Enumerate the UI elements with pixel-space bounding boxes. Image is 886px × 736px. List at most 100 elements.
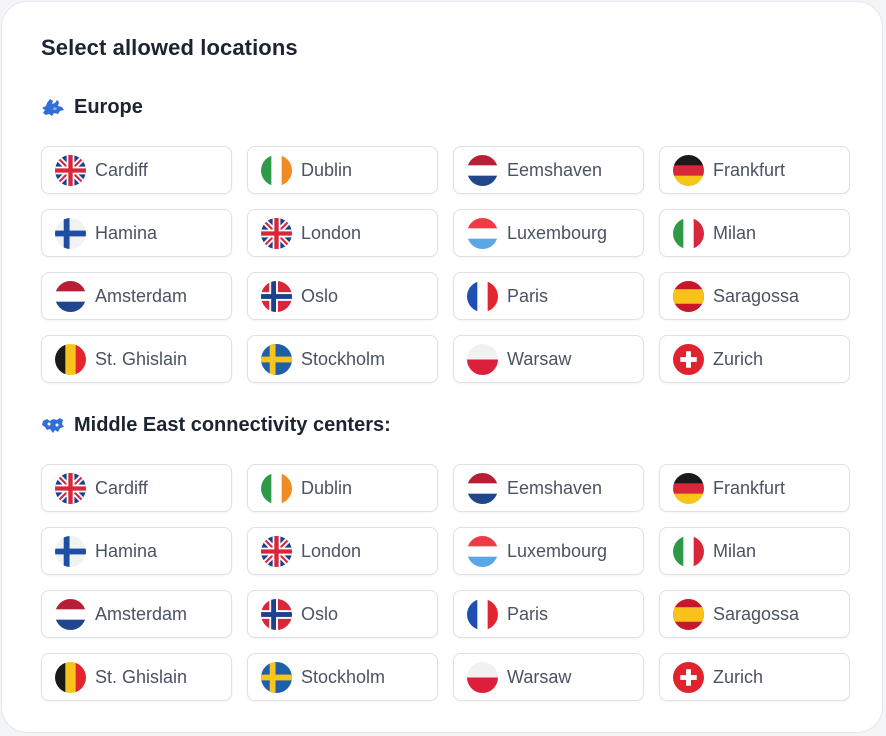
location-chip-london[interactable]: London — [247, 527, 438, 575]
uk-flag-icon — [55, 472, 86, 504]
lu-flag-icon — [467, 217, 498, 249]
europe-map-icon — [41, 98, 65, 118]
section-heading: Europe — [74, 96, 143, 118]
se-flag-icon — [261, 343, 292, 375]
fr-flag-icon — [467, 280, 498, 312]
location-chip-dublin[interactable]: Dublin — [247, 146, 438, 194]
uk-flag-icon — [55, 154, 86, 186]
no-flag-icon — [261, 598, 292, 630]
location-label: Stockholm — [301, 348, 386, 369]
de-flag-icon — [673, 154, 704, 186]
location-chip-milan[interactable]: Milan — [659, 527, 850, 575]
fi-flag-icon — [55, 535, 86, 567]
location-label: London — [301, 540, 362, 561]
it-flag-icon — [673, 535, 704, 567]
location-label: Zurich — [713, 348, 764, 369]
location-label: Dublin — [301, 477, 353, 498]
location-label: Amsterdam — [95, 285, 188, 306]
location-chip-warsaw[interactable]: Warsaw — [453, 653, 644, 701]
location-label: Saragossa — [713, 285, 800, 306]
location-chip-zurich[interactable]: Zurich — [659, 335, 850, 383]
uk-flag-icon — [261, 535, 292, 567]
location-chip-dublin[interactable]: Dublin — [247, 464, 438, 512]
location-label: St. Ghislain — [95, 666, 188, 687]
location-label: St. Ghislain — [95, 348, 188, 369]
no-flag-icon — [261, 280, 292, 312]
location-chip-oslo[interactable]: Oslo — [247, 272, 438, 320]
location-label: Zurich — [713, 666, 764, 687]
location-chip-paris[interactable]: Paris — [453, 272, 644, 320]
uk-flag-icon — [261, 217, 292, 249]
location-chip-luxembourg[interactable]: Luxembourg — [453, 209, 644, 257]
location-label: Luxembourg — [507, 222, 608, 243]
be-flag-icon — [55, 661, 86, 693]
location-label: Warsaw — [507, 348, 572, 369]
es-flag-icon — [673, 598, 704, 630]
location-grid-europe: Cardiff Dublin Eemshaven Frankfurt Hamina Lo… — [41, 146, 850, 383]
fi-flag-icon — [55, 217, 86, 249]
location-chip-zurich[interactable]: Zurich — [659, 653, 850, 701]
location-label: Stockholm — [301, 666, 386, 687]
nl-flag-icon — [55, 280, 86, 312]
de-flag-icon — [673, 472, 704, 504]
location-label: Cardiff — [95, 477, 148, 498]
location-label: Warsaw — [507, 666, 572, 687]
location-label: Cardiff — [95, 159, 148, 180]
pl-flag-icon — [467, 661, 498, 693]
location-label: Paris — [507, 285, 549, 306]
location-chip-amsterdam[interactable]: Amsterdam — [41, 590, 232, 638]
se-flag-icon — [261, 661, 292, 693]
location-grid-middle-east: Cardiff Dublin Eemshaven Frankfurt Hamina Lo… — [41, 464, 850, 701]
location-label: Eemshaven — [507, 477, 603, 498]
location-chip-warsaw[interactable]: Warsaw — [453, 335, 644, 383]
section-heading: Middle East connectivity centers: — [74, 414, 391, 436]
fr-flag-icon — [467, 598, 498, 630]
location-chip-st-ghislain[interactable]: St. Ghislain — [41, 335, 232, 383]
location-chip-st-ghislain[interactable]: St. Ghislain — [41, 653, 232, 701]
location-label: Oslo — [301, 603, 339, 624]
location-chip-cardiff[interactable]: Cardiff — [41, 146, 232, 194]
ie-flag-icon — [261, 472, 292, 504]
middle-east-map-icon — [41, 416, 65, 436]
location-chip-stockholm[interactable]: Stockholm — [247, 335, 438, 383]
location-label: Milan — [713, 222, 757, 243]
location-label: Hamina — [95, 222, 158, 243]
location-chip-luxembourg[interactable]: Luxembourg — [453, 527, 644, 575]
section-header-europe: Europe — [41, 96, 143, 119]
location-chip-oslo[interactable]: Oslo — [247, 590, 438, 638]
location-chip-paris[interactable]: Paris — [453, 590, 644, 638]
location-chip-hamina[interactable]: Hamina — [41, 527, 232, 575]
ch-flag-icon — [673, 661, 704, 693]
it-flag-icon — [673, 217, 704, 249]
nl-flag-icon — [467, 472, 498, 504]
location-selector-card: Select allowed locations Europe Cardiff D… — [1, 1, 883, 733]
location-chip-london[interactable]: London — [247, 209, 438, 257]
es-flag-icon — [673, 280, 704, 312]
location-chip-amsterdam[interactable]: Amsterdam — [41, 272, 232, 320]
location-label: London — [301, 222, 362, 243]
location-chip-frankfurt[interactable]: Frankfurt — [659, 464, 850, 512]
be-flag-icon — [55, 343, 86, 375]
location-label: Oslo — [301, 285, 339, 306]
location-chip-saragossa[interactable]: Saragossa — [659, 272, 850, 320]
location-chip-saragossa[interactable]: Saragossa — [659, 590, 850, 638]
location-chip-hamina[interactable]: Hamina — [41, 209, 232, 257]
ch-flag-icon — [673, 343, 704, 375]
location-label: Milan — [713, 540, 757, 561]
location-label: Frankfurt — [713, 477, 786, 498]
pl-flag-icon — [467, 343, 498, 375]
nl-flag-icon — [55, 598, 86, 630]
location-label: Hamina — [95, 540, 158, 561]
location-chip-milan[interactable]: Milan — [659, 209, 850, 257]
location-chip-stockholm[interactable]: Stockholm — [247, 653, 438, 701]
location-label: Frankfurt — [713, 159, 786, 180]
location-chip-cardiff[interactable]: Cardiff — [41, 464, 232, 512]
location-chip-eemshaven[interactable]: Eemshaven — [453, 464, 644, 512]
location-chip-frankfurt[interactable]: Frankfurt — [659, 146, 850, 194]
lu-flag-icon — [467, 535, 498, 567]
section-header-middle-east: Middle East connectivity centers: — [41, 414, 391, 437]
location-label: Luxembourg — [507, 540, 608, 561]
location-label: Eemshaven — [507, 159, 603, 180]
location-chip-eemshaven[interactable]: Eemshaven — [453, 146, 644, 194]
location-label: Paris — [507, 603, 549, 624]
